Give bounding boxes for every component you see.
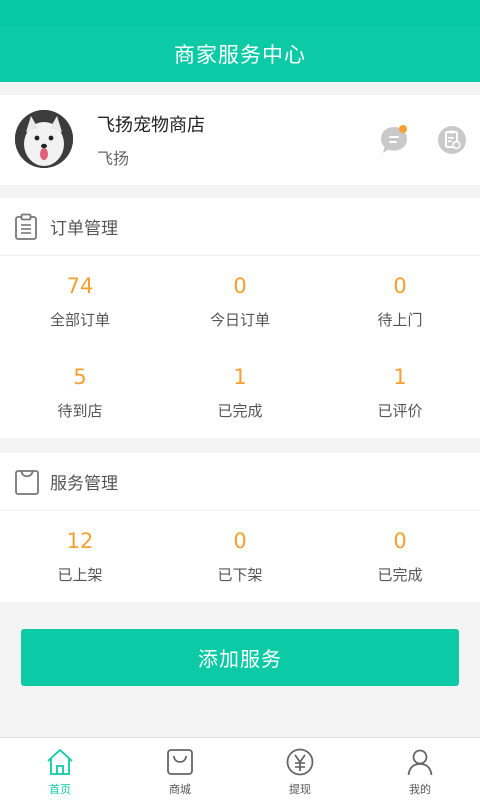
store-profile-card[interactable]: 飞扬宠物商店 飞扬	[0, 95, 480, 185]
status-bar	[0, 0, 480, 26]
stat-label: 今日订单	[209, 310, 270, 329]
notification-dot	[399, 125, 407, 133]
tab-mall[interactable]: 商城	[120, 738, 240, 800]
store-name: 飞扬宠物商店	[97, 115, 205, 136]
order-stats-grid: 74 全部订单 0 今日订单 0 待上门 5 待到店 1 已完成 1 已评价	[0, 256, 480, 438]
tab-label: 我的	[409, 783, 431, 796]
tab-label: 商城	[169, 783, 191, 796]
message-icon	[381, 125, 407, 153]
tab-label: 首页	[49, 783, 71, 796]
stat-orders-completed[interactable]: 1 已完成	[160, 347, 320, 438]
stat-label: 待到店	[57, 401, 103, 420]
stat-value: 1	[393, 364, 407, 389]
stat-services-completed[interactable]: 0 已完成	[320, 511, 480, 602]
shopping-bag-icon	[15, 469, 39, 495]
clipboard-settings-icon	[438, 126, 466, 154]
tab-withdraw[interactable]: 提现	[240, 738, 360, 800]
page-title: 商家服务中心	[174, 43, 306, 67]
service-management-title: 服务管理	[50, 474, 118, 494]
home-icon	[47, 749, 73, 775]
service-management-card: 服务管理 12 已上架 0 已下架 0 已完成	[0, 453, 480, 602]
order-management-title: 订单管理	[50, 219, 118, 239]
stat-label: 待上门	[377, 310, 423, 329]
stat-label: 已完成	[377, 565, 423, 584]
stat-value: 74	[66, 273, 94, 298]
message-button[interactable]	[378, 123, 412, 157]
avatar[interactable]	[15, 110, 73, 168]
stat-value: 5	[73, 364, 87, 389]
owner-name: 飞扬	[97, 149, 130, 168]
stat-listed[interactable]: 12 已上架	[0, 511, 160, 602]
mall-bag-icon	[167, 749, 193, 775]
yuan-coin-icon	[286, 748, 314, 776]
order-management-header: 订单管理	[0, 198, 480, 256]
stat-value: 0	[393, 273, 407, 298]
stat-pending-home-visit[interactable]: 0 待上门	[320, 256, 480, 347]
stat-pending-store-visit[interactable]: 5 待到店	[0, 347, 160, 438]
order-management-card: 订单管理 74 全部订单 0 今日订单 0 待上门 5 待到店 1 已完成 1 …	[0, 198, 480, 438]
user-icon	[407, 749, 433, 776]
stat-value: 0	[233, 528, 247, 553]
tab-label: 提现	[289, 783, 311, 796]
stat-label: 已评价	[377, 401, 423, 420]
bottom-tab-bar: 首页 商城 提现 我的	[0, 737, 480, 800]
stat-label: 全部订单	[49, 310, 110, 329]
service-management-header: 服务管理	[0, 453, 480, 511]
stat-label: 已上架	[57, 565, 103, 584]
add-service-button[interactable]: 添加服务	[21, 629, 459, 686]
stat-label: 已完成	[217, 401, 263, 420]
stat-delisted[interactable]: 0 已下架	[160, 511, 320, 602]
stat-label: 已下架	[217, 565, 263, 584]
stat-all-orders[interactable]: 74 全部订单	[0, 256, 160, 347]
stat-value: 12	[66, 528, 94, 553]
header-bar: 商家服务中心	[0, 26, 480, 82]
tab-mine[interactable]: 我的	[360, 738, 480, 800]
stat-value: 0	[393, 528, 407, 553]
service-stats-grid: 12 已上架 0 已下架 0 已完成	[0, 511, 480, 602]
stat-orders-reviewed[interactable]: 1 已评价	[320, 347, 480, 438]
stat-value: 1	[233, 364, 247, 389]
stat-today-orders[interactable]: 0 今日订单	[160, 256, 320, 347]
clipboard-settings-button[interactable]	[435, 123, 469, 157]
clipboard-icon	[15, 213, 37, 240]
tab-home[interactable]: 首页	[0, 738, 120, 800]
stat-value: 0	[233, 273, 247, 298]
